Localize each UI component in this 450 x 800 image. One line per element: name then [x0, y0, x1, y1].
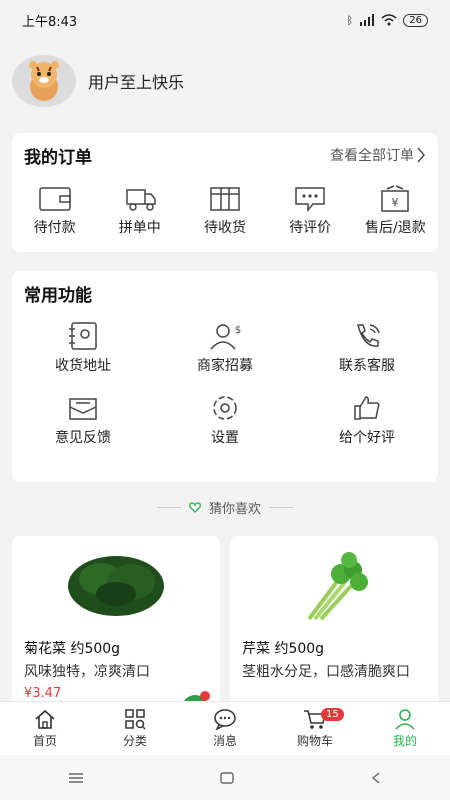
wifi-icon	[381, 14, 397, 26]
order-after-sales[interactable]: ¥ 售后/退款	[355, 185, 435, 237]
menu-icon[interactable]	[68, 772, 84, 784]
func-rate-us[interactable]: 给个好评	[296, 393, 438, 447]
comment-icon	[295, 187, 325, 213]
signal-icon	[360, 14, 375, 26]
product-card[interactable]: 菊花菜 约500g 风味独特，凉爽清口 ¥3.47	[12, 536, 220, 711]
view-all-orders-link[interactable]: 查看全部订单	[330, 145, 426, 165]
func-feedback[interactable]: 意见反馈	[12, 393, 154, 447]
address-book-icon	[69, 322, 97, 350]
spinach-image	[68, 556, 164, 616]
chevron-right-icon	[417, 147, 426, 163]
user-icon	[395, 709, 415, 730]
gear-icon	[213, 396, 237, 420]
func-shipping-address[interactable]: 收货地址	[12, 321, 154, 375]
tab-cart[interactable]: 购物车 15	[270, 702, 360, 755]
order-to-receive[interactable]: 待收货	[185, 185, 265, 237]
battery-indicator: 26	[403, 13, 428, 27]
orders-title: 我的订单	[24, 147, 92, 168]
functions-card: 常用功能 收货地址 $ 商家招募 联系客服 意见反馈 设置 给个好评	[12, 271, 438, 482]
svg-text:¥: ¥	[392, 196, 399, 209]
system-nav-bar	[0, 755, 450, 800]
order-label: 待收货	[203, 220, 246, 236]
category-icon	[125, 709, 146, 730]
order-label: 售后/退款	[364, 220, 426, 236]
product-name: 菊花菜 约500g	[24, 641, 121, 657]
status-icons: ᛒ 26	[346, 13, 428, 27]
guess-label: 猜你喜欢	[208, 502, 261, 517]
order-label: 待付款	[33, 220, 76, 236]
product-image[interactable]	[230, 536, 438, 632]
package-icon	[210, 187, 240, 211]
product-name: 芹菜 约500g	[242, 641, 325, 657]
product-image[interactable]	[12, 536, 220, 632]
chat-bubble-icon	[214, 709, 236, 730]
tab-label: 购物车	[296, 734, 333, 748]
home-square-icon[interactable]	[219, 771, 235, 785]
celery-image	[307, 552, 368, 621]
bluetooth-icon: ᛒ	[346, 13, 354, 27]
order-label: 拼单中	[118, 220, 161, 236]
tiger-mascot-icon	[29, 61, 59, 101]
order-label: 待评价	[289, 220, 332, 236]
heart-icon	[189, 502, 201, 513]
tab-home[interactable]: 首页	[0, 702, 90, 755]
order-group-buying[interactable]: 拼单中	[100, 185, 180, 237]
func-merchant-recruit[interactable]: $ 商家招募	[154, 321, 296, 375]
cart-count-badge: 15	[321, 708, 344, 721]
tab-category[interactable]: 分类	[90, 702, 180, 755]
product-card[interactable]: 芹菜 约500g 茎粗水分足，口感清脆爽口	[230, 536, 438, 711]
orders-card: 我的订单 查看全部订单 待付款 拼单中 待收货 待评价 ¥ 售后/退款	[12, 133, 438, 252]
refund-icon: ¥	[381, 185, 410, 212]
back-icon[interactable]	[370, 771, 382, 785]
func-label: 联系客服	[339, 358, 395, 374]
guess-you-like-divider: 猜你喜欢	[0, 498, 450, 517]
thumbs-up-icon	[354, 396, 380, 420]
func-label: 商家招募	[197, 358, 253, 374]
tab-label: 首页	[32, 734, 57, 748]
product-desc: 茎粗水分足，口感清脆爽口	[242, 664, 410, 680]
tab-label: 分类	[122, 734, 147, 748]
view-all-label: 查看全部订单	[330, 148, 414, 164]
func-label: 设置	[211, 430, 239, 446]
func-label: 收货地址	[55, 358, 111, 374]
tab-label: 消息	[212, 734, 237, 748]
product-desc: 风味独特，凉爽清口	[24, 664, 150, 680]
status-time: 上午8:43	[22, 14, 78, 30]
func-label: 给个好评	[339, 430, 395, 446]
wallet-icon	[38, 187, 71, 211]
avatar[interactable]	[12, 55, 76, 107]
home-icon	[35, 709, 55, 729]
func-settings[interactable]: 设置	[154, 393, 296, 447]
tab-messages[interactable]: 消息	[180, 702, 270, 755]
functions-title: 常用功能	[24, 285, 92, 306]
profile-header[interactable]: 用户至上快乐	[0, 40, 450, 122]
order-pending-payment[interactable]: 待付款	[15, 185, 95, 237]
phone-icon	[357, 324, 380, 347]
order-to-review[interactable]: 待评价	[270, 185, 350, 237]
func-customer-service[interactable]: 联系客服	[296, 321, 438, 375]
envelope-icon	[69, 398, 97, 420]
bottom-tab-bar: 首页 分类 消息 购物车 15 我的	[0, 701, 450, 755]
tab-mine[interactable]: 我的	[360, 702, 450, 755]
merchant-icon: $	[210, 324, 241, 350]
status-bar: 上午8:43 ᛒ 26	[0, 0, 450, 40]
func-label: 意见反馈	[55, 430, 111, 446]
truck-icon	[126, 189, 156, 211]
username: 用户至上快乐	[88, 73, 185, 92]
tab-label: 我的	[392, 734, 417, 748]
svg-text:$: $	[235, 325, 241, 336]
